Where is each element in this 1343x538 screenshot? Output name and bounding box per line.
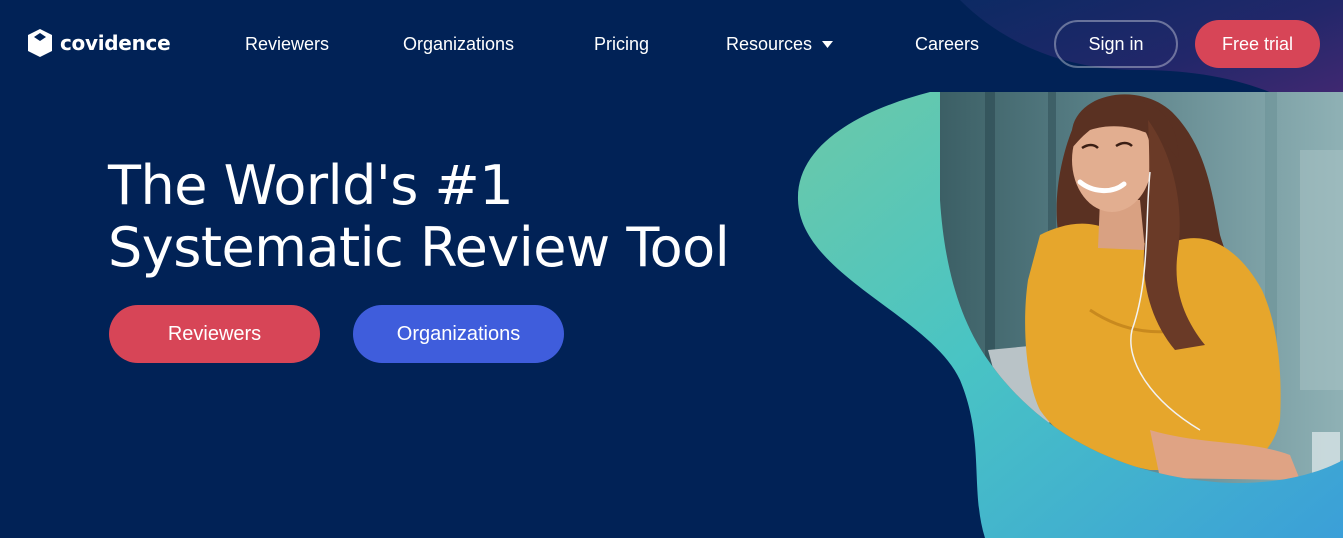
covidence-shield-icon — [28, 29, 52, 57]
nav-item-careers[interactable]: Careers — [915, 32, 979, 56]
nav-item-resources-label: Resources — [726, 34, 813, 54]
reviewers-cta-button[interactable]: Reviewers — [109, 305, 320, 363]
hero-title-line-1: The World's #1 — [108, 154, 514, 217]
page: covidence Reviewers Organizations Pricin… — [0, 0, 1343, 538]
hero-title: The World's #1 Systematic Review Tool — [108, 154, 730, 279]
site-header: covidence Reviewers Organizations Pricin… — [0, 0, 1343, 88]
nav-item-reviewers[interactable]: Reviewers — [245, 32, 329, 56]
chevron-down-icon — [822, 41, 834, 48]
logo-link[interactable]: covidence — [28, 28, 171, 58]
hero-title-line-2: Systematic Review Tool — [108, 216, 730, 279]
nav-item-resources[interactable]: Resources — [726, 32, 834, 56]
free-trial-button[interactable]: Free trial — [1195, 20, 1320, 68]
nav-item-pricing[interactable]: Pricing — [594, 32, 649, 56]
nav-item-organizations[interactable]: Organizations — [403, 32, 514, 56]
organizations-cta-button[interactable]: Organizations — [353, 305, 564, 363]
sign-in-button[interactable]: Sign in — [1054, 20, 1178, 68]
logo-text: covidence — [60, 31, 171, 55]
